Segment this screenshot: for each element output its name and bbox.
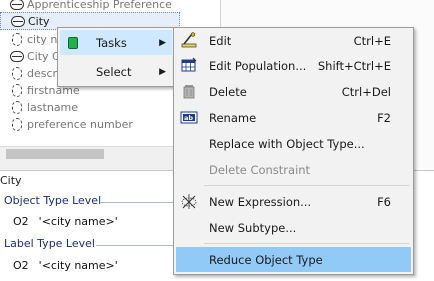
menu-item-shortcut: Shift+Ctrl+E [317, 58, 391, 73]
tasks-submenu: Edit Ctrl+E Edit Population... Shift+Ctr… [173, 27, 414, 275]
menu-item-shortcut: Ctrl+E [353, 33, 391, 48]
tree-item[interactable]: descr [0, 64, 57, 82]
tree-item[interactable]: lastname [0, 98, 78, 116]
tree-item-label: descr [27, 66, 58, 80]
reading-id: O2 [13, 259, 29, 272]
tree-item-label: City C [27, 49, 60, 63]
tree-item[interactable]: city n [0, 30, 57, 48]
menu-item-label: Delete Constraint [209, 162, 311, 177]
edit-icon [180, 32, 198, 49]
menu-item-shortcut: Ctrl+Del [341, 84, 391, 99]
menu-item-edit[interactable]: Edit Ctrl+E [176, 28, 411, 53]
menu-item-label: Edit [209, 33, 232, 48]
menu-item-label: Select [96, 64, 132, 79]
menu-item-rename[interactable]: ab Rename F2 [176, 105, 411, 130]
tasks-icon [64, 34, 82, 51]
menu-item-shortcut: F2 [377, 110, 391, 125]
menu-item-tasks[interactable]: Tasks ▶ [60, 30, 172, 55]
tree-item-label: Apprenticeship Preference [27, 0, 172, 11]
menu-item-label: Edit Population... [209, 58, 307, 73]
rename-icon: ab [180, 109, 198, 126]
menu-item-shortcut: F6 [377, 194, 391, 209]
entity-type-icon [10, 50, 24, 63]
menu-item-edit-population[interactable]: Edit Population... Shift+Ctrl+E [176, 53, 411, 78]
submenu-arrow-icon: ▶ [159, 66, 166, 77]
menu-item-delete[interactable]: Delete Ctrl+Del [176, 79, 411, 104]
reading-id: O2 [13, 215, 29, 228]
scrollbar-thumb[interactable] [6, 149, 104, 159]
menu-item-reduce-object-type[interactable]: Reduce Object Type [176, 247, 411, 272]
tree-item-label: preference number [27, 117, 133, 131]
menu-separator [204, 243, 409, 244]
context-menu: Tasks ▶ Select ▶ [57, 27, 175, 87]
entity-type-icon [10, 0, 24, 11]
menu-item-new-subtype[interactable]: New Subtype... [176, 215, 411, 240]
menu-item-delete-constraint: Delete Constraint [176, 157, 411, 182]
menu-item-label: Replace with Object Type... [209, 136, 365, 151]
section-heading: Object Type Level [4, 194, 102, 207]
verbalization-title: City [0, 174, 22, 187]
tree-item-label: lastname [27, 100, 79, 114]
menu-item-label: Reduce Object Type [209, 252, 323, 267]
reading-line: O2 '<city name>' [13, 215, 118, 228]
menu-item-new-expression[interactable]: New Expression... F6 [176, 189, 411, 214]
section-heading: Label Type Level [4, 237, 95, 250]
value-type-icon [10, 32, 24, 46]
entity-type-icon [11, 15, 25, 28]
reading-text: '<city name>' [38, 259, 118, 272]
trash-icon [180, 83, 198, 100]
menu-item-select[interactable]: Select ▶ [60, 59, 172, 84]
tree-item-label: city n [27, 32, 58, 46]
menu-item-label: Rename [209, 110, 257, 125]
tree-item[interactable]: preference number [0, 115, 133, 133]
reading-text: '<city name>' [38, 215, 118, 228]
value-type-icon [10, 100, 24, 114]
menu-item-label: New Subtype... [209, 220, 297, 235]
value-type-icon [10, 83, 24, 97]
menu-item-label: New Expression... [209, 194, 312, 209]
menu-item-replace-with-object-type[interactable]: Replace with Object Type... [176, 131, 411, 156]
value-type-icon [10, 117, 24, 131]
menu-item-label: Tasks [96, 35, 127, 50]
value-type-icon [10, 66, 24, 80]
menu-separator [204, 185, 409, 186]
tree-item[interactable]: City C [0, 47, 60, 65]
expression-icon [180, 193, 198, 210]
menu-item-label: Delete [209, 84, 247, 99]
svg-text:ab: ab [184, 114, 193, 122]
population-table-icon [180, 57, 198, 74]
submenu-arrow-icon: ▶ [159, 37, 166, 48]
reading-line: O2 '<city name>' [13, 259, 118, 272]
tree-item-label: City [28, 14, 50, 28]
